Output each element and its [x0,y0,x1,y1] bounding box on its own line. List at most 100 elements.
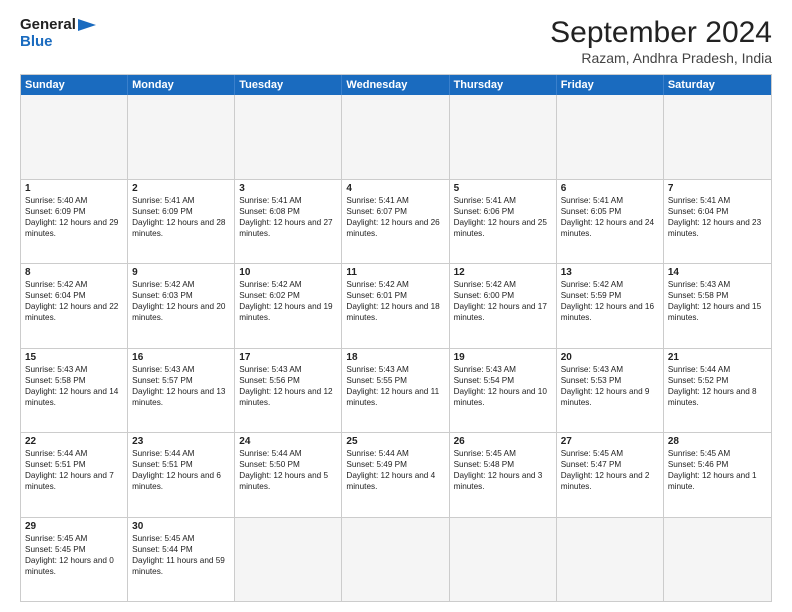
daylight-text: Daylight: 12 hours and 19 minutes. [239,301,337,323]
cal-cell-1-4: 5 Sunrise: 5:41 AM Sunset: 6:06 PM Dayli… [450,180,557,264]
day-number: 30 [132,521,230,532]
sunrise-text: Sunrise: 5:44 AM [25,448,123,459]
day-number: 6 [561,183,659,194]
sunset-text: Sunset: 5:52 PM [668,375,767,386]
daylight-text: Daylight: 12 hours and 2 minutes. [561,470,659,492]
cal-cell-4-0: 22 Sunrise: 5:44 AM Sunset: 5:51 PM Dayl… [21,433,128,517]
daylight-text: Daylight: 12 hours and 16 minutes. [561,301,659,323]
sunrise-text: Sunrise: 5:45 AM [132,533,230,544]
day-number: 10 [239,267,337,278]
cal-cell-3-6: 21 Sunrise: 5:44 AM Sunset: 5:52 PM Dayl… [664,349,771,433]
cal-row-0 [21,95,771,180]
daylight-text: Daylight: 12 hours and 5 minutes. [239,470,337,492]
day-number: 21 [668,352,767,363]
daylight-text: Daylight: 12 hours and 12 minutes. [239,386,337,408]
sunset-text: Sunset: 5:48 PM [454,459,552,470]
cal-cell-2-5: 13 Sunrise: 5:42 AM Sunset: 5:59 PM Dayl… [557,264,664,348]
daylight-text: Daylight: 12 hours and 28 minutes. [132,217,230,239]
sunrise-text: Sunrise: 5:41 AM [132,195,230,206]
sunrise-text: Sunrise: 5:43 AM [454,364,552,375]
sunset-text: Sunset: 5:57 PM [132,375,230,386]
month-title: September 2024 [550,16,772,50]
day-number: 19 [454,352,552,363]
daylight-text: Daylight: 12 hours and 18 minutes. [346,301,444,323]
day-number: 9 [132,267,230,278]
title-block: September 2024 Razam, Andhra Pradesh, In… [550,16,772,66]
weekday-tuesday: Tuesday [235,75,342,95]
sunset-text: Sunset: 6:03 PM [132,290,230,301]
day-number: 17 [239,352,337,363]
cal-row-3: 15 Sunrise: 5:43 AM Sunset: 5:58 PM Dayl… [21,349,771,434]
day-number: 16 [132,352,230,363]
sunrise-text: Sunrise: 5:44 AM [346,448,444,459]
cal-cell-5-2 [235,518,342,602]
day-number: 11 [346,267,444,278]
cal-cell-1-6: 7 Sunrise: 5:41 AM Sunset: 6:04 PM Dayli… [664,180,771,264]
sunset-text: Sunset: 6:01 PM [346,290,444,301]
sunrise-text: Sunrise: 5:44 AM [239,448,337,459]
page: General Blue September 2024 Razam, Andhr… [0,0,792,612]
cal-cell-0-0 [21,95,128,179]
cal-cell-5-5 [557,518,664,602]
cal-cell-2-0: 8 Sunrise: 5:42 AM Sunset: 6:04 PM Dayli… [21,264,128,348]
sunrise-text: Sunrise: 5:45 AM [561,448,659,459]
sunset-text: Sunset: 5:49 PM [346,459,444,470]
cal-cell-3-0: 15 Sunrise: 5:43 AM Sunset: 5:58 PM Dayl… [21,349,128,433]
daylight-text: Daylight: 12 hours and 10 minutes. [454,386,552,408]
daylight-text: Daylight: 12 hours and 13 minutes. [132,386,230,408]
calendar: Sunday Monday Tuesday Wednesday Thursday… [20,74,772,602]
daylight-text: Daylight: 12 hours and 0 minutes. [25,555,123,577]
cal-cell-0-3 [342,95,449,179]
location-title: Razam, Andhra Pradesh, India [550,50,772,66]
sunset-text: Sunset: 5:59 PM [561,290,659,301]
day-number: 8 [25,267,123,278]
daylight-text: Daylight: 12 hours and 4 minutes. [346,470,444,492]
day-number: 14 [668,267,767,278]
daylight-text: Daylight: 11 hours and 59 minutes. [132,555,230,577]
daylight-text: Daylight: 12 hours and 8 minutes. [668,386,767,408]
cal-cell-3-1: 16 Sunrise: 5:43 AM Sunset: 5:57 PM Dayl… [128,349,235,433]
weekday-wednesday: Wednesday [342,75,449,95]
sunrise-text: Sunrise: 5:42 AM [132,279,230,290]
logo-general: General [20,16,76,33]
cal-cell-3-2: 17 Sunrise: 5:43 AM Sunset: 5:56 PM Dayl… [235,349,342,433]
daylight-text: Daylight: 12 hours and 14 minutes. [25,386,123,408]
daylight-text: Daylight: 12 hours and 26 minutes. [346,217,444,239]
cal-cell-4-4: 26 Sunrise: 5:45 AM Sunset: 5:48 PM Dayl… [450,433,557,517]
logo-arrow [78,17,96,33]
day-number: 27 [561,436,659,447]
sunset-text: Sunset: 6:06 PM [454,206,552,217]
sunrise-text: Sunrise: 5:41 AM [561,195,659,206]
cal-cell-2-4: 12 Sunrise: 5:42 AM Sunset: 6:00 PM Dayl… [450,264,557,348]
calendar-header: Sunday Monday Tuesday Wednesday Thursday… [21,75,771,95]
logo: General Blue [20,16,96,51]
sunset-text: Sunset: 5:56 PM [239,375,337,386]
day-number: 1 [25,183,123,194]
sunrise-text: Sunrise: 5:42 AM [346,279,444,290]
cal-cell-2-3: 11 Sunrise: 5:42 AM Sunset: 6:01 PM Dayl… [342,264,449,348]
day-number: 5 [454,183,552,194]
sunset-text: Sunset: 6:07 PM [346,206,444,217]
sunrise-text: Sunrise: 5:43 AM [561,364,659,375]
cal-cell-4-5: 27 Sunrise: 5:45 AM Sunset: 5:47 PM Dayl… [557,433,664,517]
daylight-text: Daylight: 12 hours and 1 minute. [668,470,767,492]
sunset-text: Sunset: 6:04 PM [668,206,767,217]
cal-cell-0-1 [128,95,235,179]
daylight-text: Daylight: 12 hours and 27 minutes. [239,217,337,239]
cal-cell-5-1: 30 Sunrise: 5:45 AM Sunset: 5:44 PM Dayl… [128,518,235,602]
sunrise-text: Sunrise: 5:43 AM [25,364,123,375]
sunrise-text: Sunrise: 5:43 AM [239,364,337,375]
sunset-text: Sunset: 5:45 PM [25,544,123,555]
weekday-saturday: Saturday [664,75,771,95]
day-number: 18 [346,352,444,363]
sunset-text: Sunset: 5:50 PM [239,459,337,470]
day-number: 12 [454,267,552,278]
cal-cell-4-3: 25 Sunrise: 5:44 AM Sunset: 5:49 PM Dayl… [342,433,449,517]
cal-cell-1-2: 3 Sunrise: 5:41 AM Sunset: 6:08 PM Dayli… [235,180,342,264]
cal-cell-5-3 [342,518,449,602]
sunset-text: Sunset: 5:44 PM [132,544,230,555]
sunrise-text: Sunrise: 5:41 AM [239,195,337,206]
day-number: 23 [132,436,230,447]
day-number: 2 [132,183,230,194]
sunset-text: Sunset: 5:54 PM [454,375,552,386]
